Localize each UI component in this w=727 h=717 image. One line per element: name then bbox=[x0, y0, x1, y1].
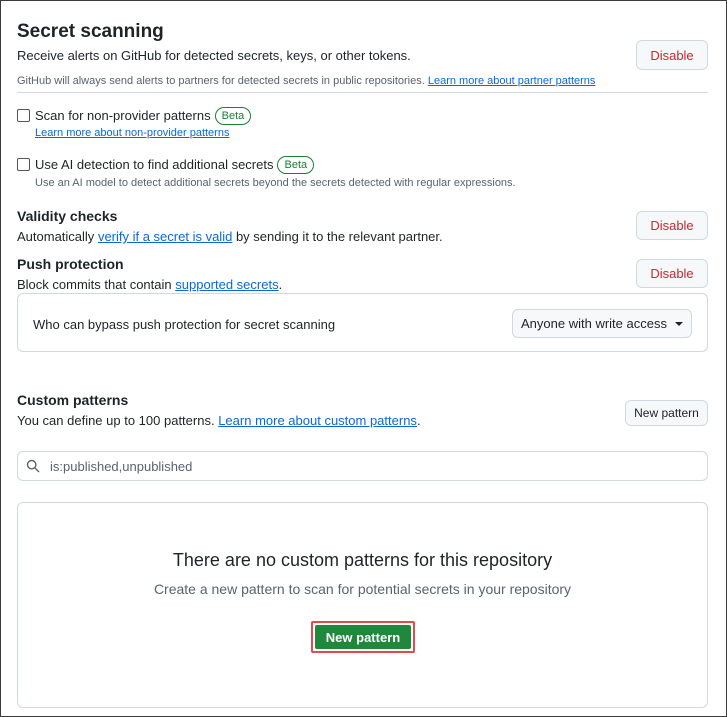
beta-badge: Beta bbox=[277, 156, 315, 174]
validity-disable-button[interactable]: Disable bbox=[636, 211, 708, 240]
verify-secret-link[interactable]: verify if a secret is valid bbox=[98, 229, 232, 244]
push-protection-title: Push protection bbox=[17, 256, 124, 272]
ai-detection-checkbox[interactable] bbox=[17, 158, 30, 171]
validity-desc-after: by sending it to the relevant partner. bbox=[235, 229, 443, 244]
push-desc-before: Block commits that contain bbox=[17, 277, 172, 292]
partner-patterns-link[interactable]: Learn more about partner patterns bbox=[428, 75, 596, 87]
validity-checks-description: Automatically verify if a secret is vali… bbox=[17, 229, 443, 244]
new-pattern-button[interactable]: New pattern bbox=[625, 400, 708, 426]
bypass-label: Who can bypass push protection for secre… bbox=[33, 317, 336, 332]
validity-desc-before: Automatically bbox=[17, 229, 95, 244]
beta-badge: Beta bbox=[214, 107, 252, 125]
search-icon bbox=[26, 459, 40, 473]
empty-state-description: Create a new pattern to scan for potenti… bbox=[153, 581, 572, 597]
secret-scanning-title: Secret scanning bbox=[17, 21, 164, 42]
partner-note: GitHub will always send alerts to partne… bbox=[17, 75, 595, 87]
new-pattern-primary-button-highlight[interactable]: New pattern bbox=[311, 621, 415, 653]
bypass-dropdown[interactable]: Anyone with write access bbox=[512, 309, 692, 338]
non-provider-row: Scan for non-provider patterns Beta bbox=[35, 107, 252, 125]
secret-scanning-description: Receive alerts on GitHub for detected se… bbox=[17, 48, 411, 63]
empty-state: There are no custom patterns for this re… bbox=[17, 502, 708, 708]
empty-state-title: There are no custom patterns for this re… bbox=[172, 550, 553, 570]
push-protection-disable-button[interactable]: Disable bbox=[636, 259, 708, 288]
non-provider-learn-more-link[interactable]: Learn more about non-provider patterns bbox=[35, 127, 229, 139]
custom-patterns-learn-more-link[interactable]: Learn more about custom patterns bbox=[218, 413, 417, 428]
caret-down-icon bbox=[674, 321, 683, 326]
divider bbox=[17, 92, 708, 93]
new-pattern-primary-button[interactable]: New pattern bbox=[315, 625, 411, 649]
push-protection-description: Block commits that contain supported sec… bbox=[17, 277, 282, 292]
ai-detection-description: Use an AI model to detect additional sec… bbox=[35, 177, 516, 189]
supported-secrets-link[interactable]: supported secrets bbox=[175, 277, 278, 292]
push-desc-after: . bbox=[278, 277, 283, 292]
search-input[interactable] bbox=[48, 457, 648, 475]
pattern-search[interactable] bbox=[17, 451, 708, 481]
custom-desc-after: . bbox=[416, 413, 421, 428]
partner-note-text: GitHub will always send alerts to partne… bbox=[17, 75, 425, 87]
ai-detection-label: Use AI detection to find additional secr… bbox=[35, 157, 274, 172]
non-provider-checkbox[interactable] bbox=[17, 109, 30, 122]
settings-panel: Secret scanning Receive alerts on GitHub… bbox=[0, 0, 727, 717]
non-provider-label: Scan for non-provider patterns bbox=[35, 108, 211, 123]
custom-patterns-description: You can define up to 100 patterns. Learn… bbox=[17, 413, 421, 428]
ai-detection-row: Use AI detection to find additional secr… bbox=[35, 156, 315, 174]
validity-checks-title: Validity checks bbox=[17, 208, 118, 224]
custom-desc-text: You can define up to 100 patterns. bbox=[17, 413, 215, 428]
secret-scanning-disable-button[interactable]: Disable bbox=[636, 40, 708, 70]
custom-patterns-title: Custom patterns bbox=[17, 392, 129, 408]
bypass-dropdown-value: Anyone with write access bbox=[521, 316, 667, 331]
